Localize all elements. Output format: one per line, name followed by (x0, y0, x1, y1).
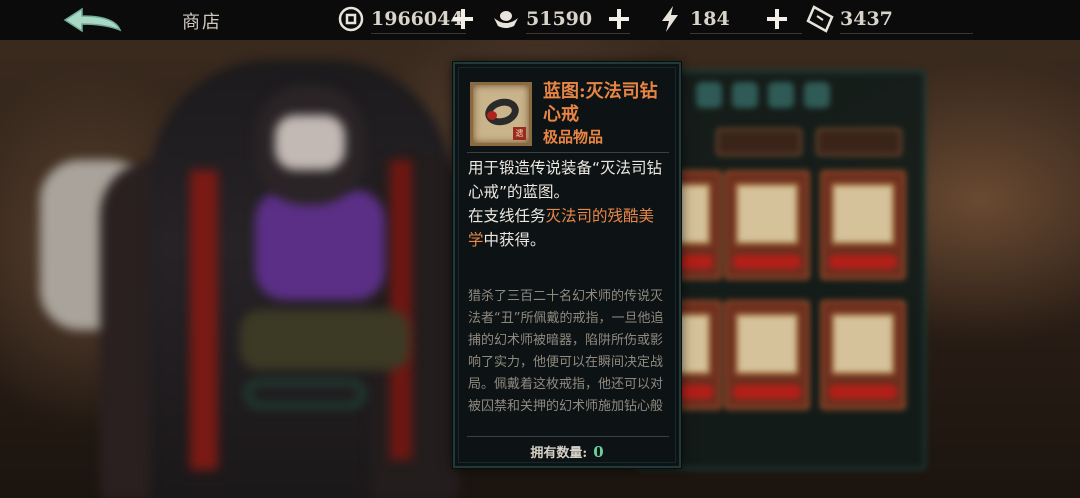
item-name: 蓝图:灭法司钻心戒 (543, 81, 658, 125)
shop-tabs (696, 82, 830, 108)
desc-text: 用于锻造传说装备“灭法司钻心戒”的蓝图。 (468, 159, 663, 201)
divider (467, 152, 669, 153)
shop-item-slot[interactable] (724, 300, 810, 410)
item-tooltip: 遗 蓝图:灭法司钻心戒 极品物品 用于锻造传说装备“灭法司钻心戒”的蓝图。 在支… (453, 62, 681, 468)
divider (467, 436, 669, 437)
ticket-icon (806, 5, 834, 33)
owned-quantity: 拥有数量: 0 (455, 442, 679, 461)
owned-value: 0 (593, 443, 604, 461)
silver-ingot-value: 51590 (526, 8, 593, 30)
copper-coin-counter: 1966044 (337, 4, 466, 34)
copper-coin-icon (337, 5, 365, 33)
add-copper-coin-button[interactable] (450, 6, 476, 32)
shop-item-slot[interactable] (820, 170, 906, 280)
item-lore: 猎杀了三百二十名幻术师的传说灭法者“丑”所佩戴的戒指，一旦他追捕的幻术师被暗器，… (468, 289, 664, 414)
silver-ingot-icon (492, 5, 520, 33)
shop-item-slot[interactable] (724, 170, 810, 280)
item-stamp: 遗 (513, 127, 526, 140)
desc-text: 在支线任务 (468, 207, 546, 225)
add-energy-button[interactable] (764, 6, 790, 32)
ticket-value: 3437 (840, 8, 893, 30)
add-silver-ingot-button[interactable] (606, 6, 632, 32)
owned-label: 拥有数量: (530, 446, 588, 461)
back-arrow-icon[interactable] (60, 6, 126, 34)
desc-text: 中获得。 (483, 231, 546, 249)
silver-ingot-counter: 51590 (492, 4, 631, 34)
item-grade: 极品物品 (543, 128, 604, 146)
top-bar: 商店 1966044 51590 184 3437 (0, 0, 1080, 40)
item-description: 用于锻造传说装备“灭法司钻心戒”的蓝图。 在支线任务灭法司的残酷美学中获得。 (468, 156, 668, 252)
shop-item-slot[interactable] (820, 300, 906, 410)
energy-value: 184 (690, 8, 730, 30)
page-title: 商店 (182, 12, 222, 33)
lightning-icon (656, 5, 684, 33)
ticket-counter: 3437 (806, 4, 973, 34)
item-icon: 遗 (470, 82, 532, 146)
energy-counter: 184 (656, 4, 802, 34)
